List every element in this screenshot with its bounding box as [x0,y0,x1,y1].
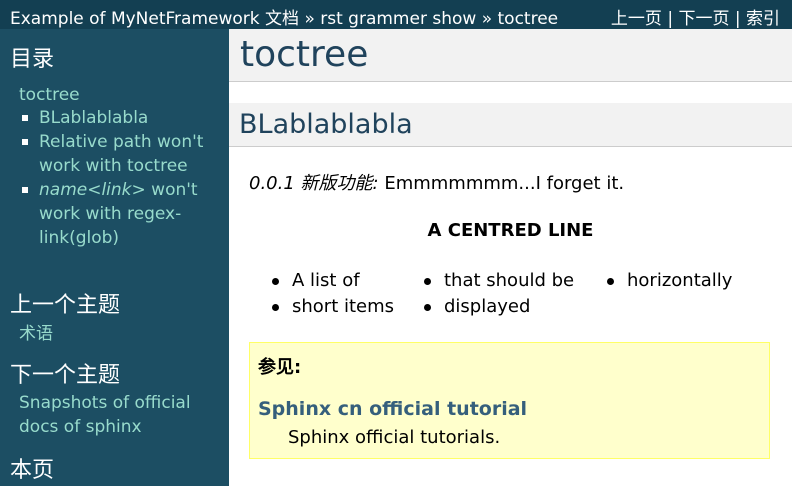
index-link[interactable]: 索引 [746,9,780,29]
version-added-note: 0.0.1 新版功能: Emmmmmmm...I forget it. [249,169,624,195]
toc-list: BLablablabla Relative path won't work wi… [20,106,220,250]
sidebar: 目录 toctree BLablablabla Relative path wo… [0,29,229,486]
see-also-title: 参见: [258,357,302,378]
next-topic-link[interactable]: Snapshots of official docs of sphinx [19,391,219,439]
toc-item: Relative path won't work with toctree [20,130,220,178]
see-also-box: 参见: Sphinx cn official tutorial Sphinx o… [249,342,770,459]
list-item: short items [270,294,394,320]
previous-topic-link[interactable]: 术语 [19,322,53,346]
hlist-column: horizontally [605,268,732,294]
relnav-separator: | [734,9,741,29]
breadcrumb: Example of MyNetFramework 文档 » rst gramm… [10,4,558,29]
next-topic-heading: 下一个主题 [10,363,121,388]
next-page-link[interactable]: 下一页 [678,9,729,29]
toc-item: BLablablabla [20,106,220,130]
breadcrumb-home[interactable]: Example of MyNetFramework 文档 [10,9,299,29]
hlist-column: that should be displayed [422,268,574,320]
this-page-heading: 本页 [10,458,55,483]
version-added-label: 0.0.1 新版功能: [249,173,379,194]
page-title: toctree [229,29,792,82]
centered-line: A CENTRED LINE [427,220,594,241]
hlist-column: A list of short items [270,268,394,320]
list-item: A list of [270,268,394,294]
previous-page-link[interactable]: 上一页 [611,9,662,29]
toc-heading: 目录 [10,47,55,72]
top-navigation-bar: Example of MyNetFramework 文档 » rst gramm… [0,0,792,29]
version-added-text: Emmmmmmm...I forget it. [378,173,625,194]
breadcrumb-parent[interactable]: rst grammer show [320,9,476,29]
previous-topic-heading: 上一个主题 [10,293,121,318]
toc-item-emphasis: name<link> [39,180,146,200]
relnav-separator: | [667,9,674,29]
list-item: displayed [422,294,574,320]
see-also-link[interactable]: Sphinx cn official tutorial [258,398,527,420]
list-item: horizontally [605,268,732,294]
toc-item-link[interactable]: Relative path won't work with toctree [39,132,203,176]
related-navigation: 上一页 | 下一页 | 索引 [611,4,780,29]
toc-item: name<link> won't work with regex-link(gl… [20,178,220,250]
toc-root-link[interactable]: toctree [19,83,80,107]
toc-item-link[interactable]: BLablablabla [39,108,148,128]
list-item: that should be [422,268,574,294]
see-also-description: Sphinx official tutorials. [288,427,501,448]
breadcrumb-current: toctree [497,9,559,29]
section-title: BLablablabla [229,103,792,147]
breadcrumb-separator: » [481,9,493,29]
breadcrumb-separator: » [304,9,315,29]
toc-item-link[interactable]: name<link> won't work with regex-link(gl… [39,180,198,248]
main-content: toctree BLablablabla 0.0.1 新版功能: Emmmmmm… [229,29,792,486]
